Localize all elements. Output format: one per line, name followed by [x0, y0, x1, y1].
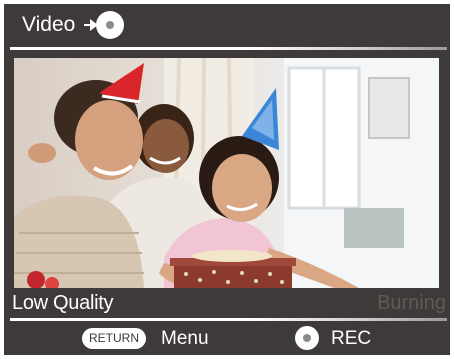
disc-icon — [96, 11, 124, 39]
arrow-right-icon — [84, 19, 98, 31]
status-bar: Low Quality Burning — [4, 288, 450, 318]
rec-label: REC — [331, 328, 372, 349]
quality-label: Low Quality — [12, 292, 114, 314]
screen-title: Video — [22, 13, 76, 36]
video-screen: Video Low Quality Burning RETURN Menu RE… — [4, 4, 450, 355]
photo-preview — [14, 58, 439, 288]
hint-bar: RETURN Menu REC — [4, 322, 450, 355]
menu-label: Menu — [161, 328, 209, 349]
return-button[interactable]: RETURN — [82, 328, 146, 349]
burning-label: Burning — [377, 292, 446, 314]
disc-icon[interactable] — [295, 326, 319, 350]
divider — [10, 318, 447, 321]
title-bar: Video — [4, 4, 450, 48]
photo-image — [14, 58, 439, 288]
divider — [10, 47, 447, 50]
